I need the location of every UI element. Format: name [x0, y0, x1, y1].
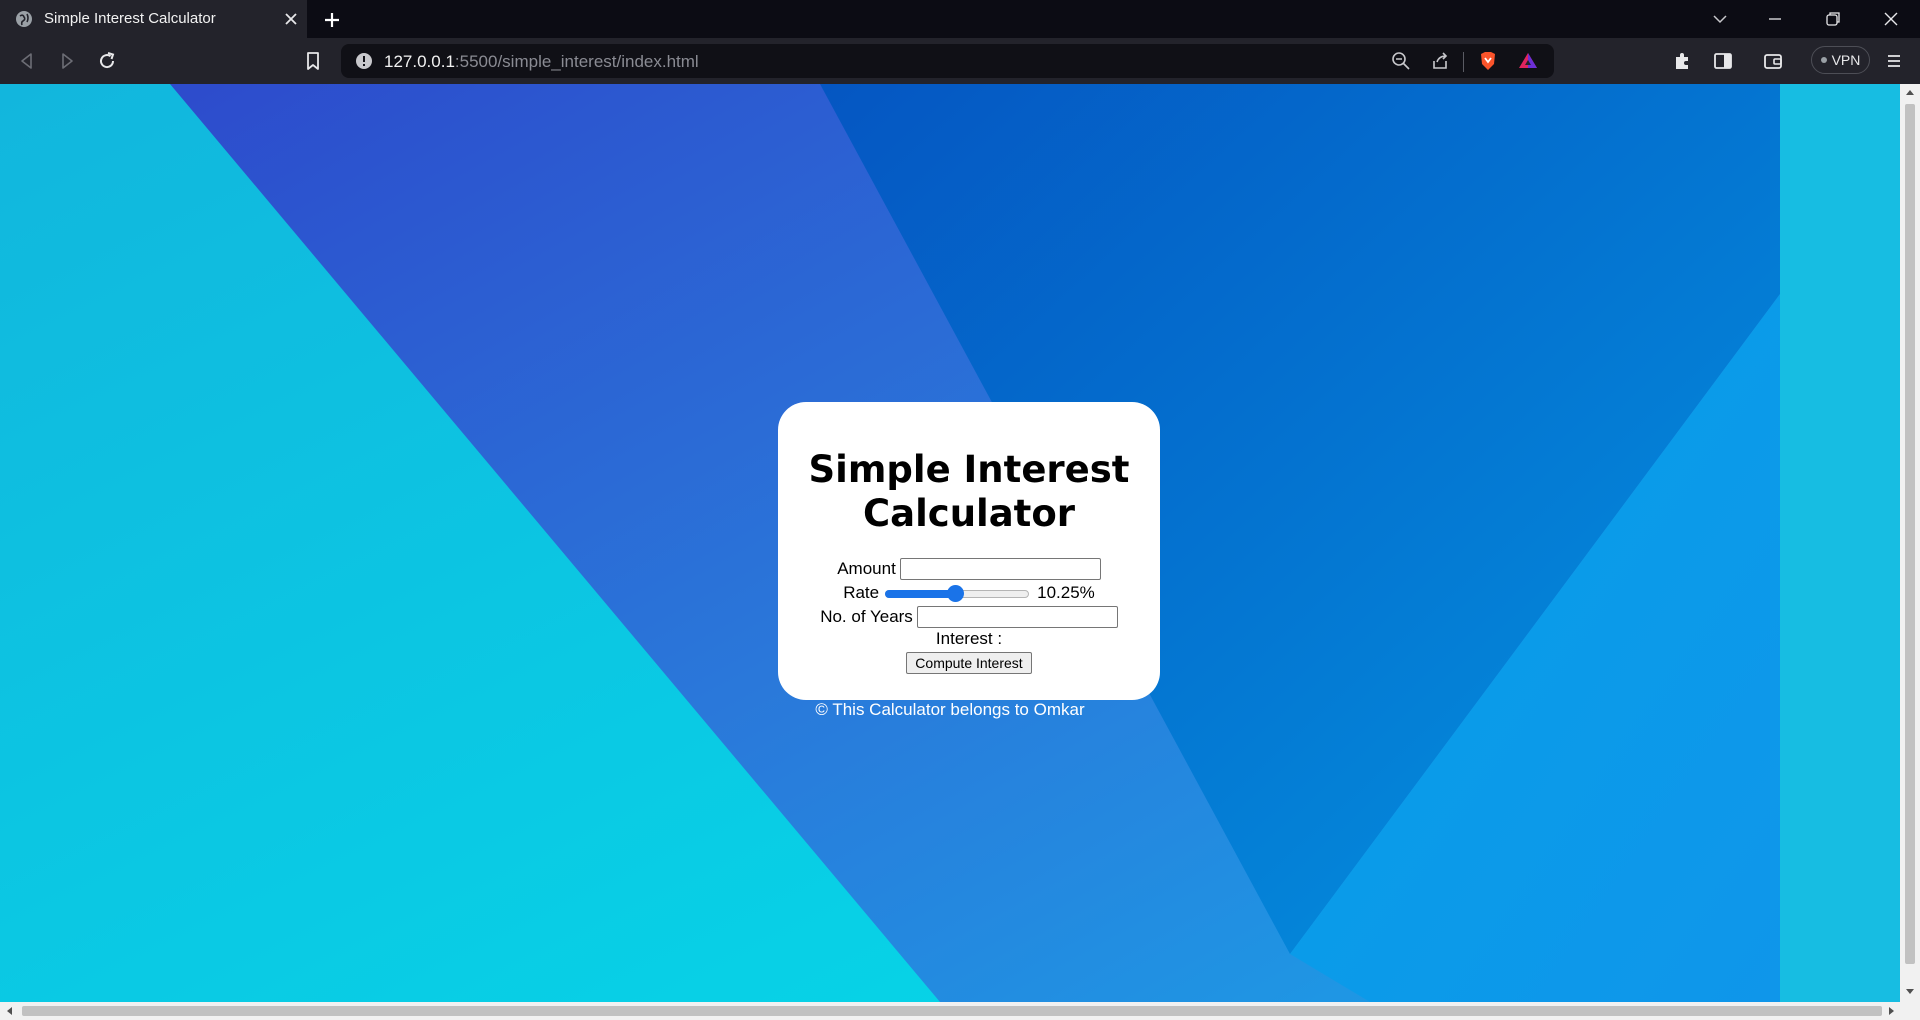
brave-rewards-icon[interactable]: [1516, 49, 1540, 73]
horizontal-scrollbar[interactable]: [0, 1002, 1920, 1020]
footer: © This Calculator belongs to Omkar: [0, 700, 1900, 720]
sidebar-icon[interactable]: [1710, 48, 1736, 74]
rate-slider[interactable]: [885, 583, 1030, 603]
divider: [1463, 52, 1464, 72]
tab-title: Simple Interest Calculator: [44, 10, 216, 27]
horizontal-scroll-thumb[interactable]: [22, 1006, 1882, 1016]
close-icon[interactable]: [280, 8, 302, 30]
back-icon[interactable]: [14, 48, 40, 74]
window-close-icon[interactable]: [1876, 6, 1906, 32]
years-row: No. of Years: [778, 606, 1160, 628]
scroll-up-icon[interactable]: [1905, 88, 1915, 98]
scroll-left-icon[interactable]: [5, 1006, 15, 1016]
scroll-down-icon[interactable]: [1905, 986, 1915, 996]
rate-value: 10.25%: [1037, 583, 1095, 602]
amount-label: Amount: [837, 559, 896, 578]
plus-icon[interactable]: [320, 8, 344, 32]
page-viewport: Simple Interest Calculator Amount Rate 1…: [0, 84, 1900, 1002]
rate-slider-thumb[interactable]: [946, 585, 964, 602]
amount-input[interactable]: [899, 558, 1101, 580]
compute-interest-button[interactable]: Compute Interest: [906, 652, 1032, 674]
share-icon[interactable]: [1428, 49, 1452, 73]
vpn-label: VPN: [1831, 52, 1861, 68]
bookmark-icon[interactable]: [300, 48, 326, 74]
url-text: 127.0.0.1:5500/simple_interest/index.htm…: [384, 52, 699, 72]
scroll-right-icon[interactable]: [1886, 1006, 1896, 1016]
chevron-down-icon[interactable]: [1705, 6, 1735, 32]
zoom-out-icon[interactable]: [1389, 49, 1413, 73]
restore-icon[interactable]: [1818, 6, 1848, 32]
info-icon[interactable]: [355, 52, 373, 70]
address-bar[interactable]: 127.0.0.1:5500/simple_interest/index.htm…: [341, 44, 1554, 78]
interest-result: Interest :: [935, 629, 1003, 648]
globe-icon: [16, 11, 32, 27]
rate-label: Rate: [843, 583, 880, 602]
menu-icon[interactable]: [1881, 48, 1907, 74]
forward-icon[interactable]: [54, 48, 80, 74]
vpn-status-dot: [1820, 57, 1827, 63]
amount-row: Amount: [778, 558, 1160, 580]
button-row: Compute Interest: [778, 652, 1160, 674]
interest-row: Interest :: [778, 629, 1160, 649]
calculator-card: Simple Interest Calculator Amount Rate 1…: [778, 402, 1160, 700]
footer-text: © This Calculator belongs to Omkar: [815, 700, 1085, 719]
page-title: Simple Interest Calculator: [808, 448, 1130, 535]
reload-icon[interactable]: [94, 48, 120, 74]
years-label: No. of Years: [820, 607, 913, 626]
years-input[interactable]: [916, 606, 1118, 628]
url-path: :5500/simple_interest/index.html: [454, 52, 699, 71]
browser-toolbar: 127.0.0.1:5500/simple_interest/index.htm…: [0, 38, 1920, 84]
wallet-icon[interactable]: [1760, 48, 1786, 74]
minimize-icon[interactable]: [1760, 6, 1790, 32]
rate-row: Rate 10.25%: [778, 583, 1160, 603]
vpn-button[interactable]: VPN: [1811, 46, 1870, 74]
brave-shield-icon[interactable]: [1476, 49, 1500, 73]
url-host: 127.0.0.1: [384, 52, 455, 71]
browser-tab[interactable]: Simple Interest Calculator: [0, 0, 307, 38]
vertical-scroll-thumb[interactable]: [1905, 104, 1915, 964]
vertical-scrollbar[interactable]: [1900, 84, 1920, 1002]
extensions-icon[interactable]: [1669, 48, 1695, 74]
rate-slider-fill: [885, 590, 956, 598]
tab-strip: Simple Interest Calculator: [0, 0, 1920, 38]
